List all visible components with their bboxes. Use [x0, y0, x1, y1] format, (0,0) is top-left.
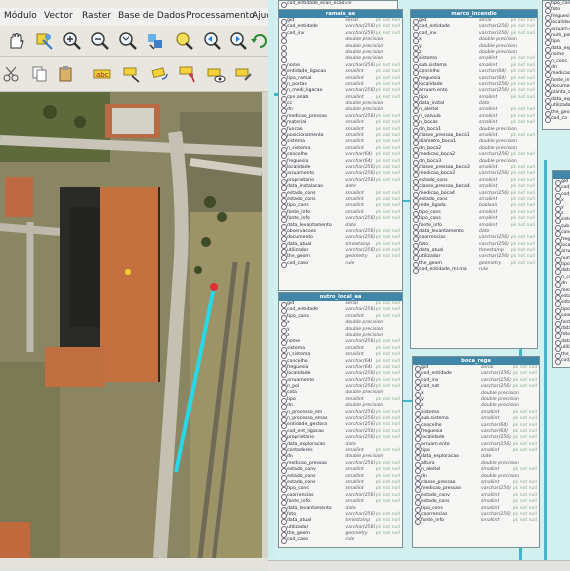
cut-icon[interactable] — [2, 64, 22, 84]
column-type: rule — [479, 267, 488, 273]
menu-base-de-dados[interactable]: Base de Dados — [118, 11, 185, 21]
column-type: rule — [345, 537, 355, 543]
column-constraint: pk not null — [512, 518, 537, 524]
paste-icon[interactable] — [56, 64, 76, 84]
label-pin-icon[interactable] — [178, 64, 198, 84]
table-partial-right-bottom[interactable]: gidcod_entcod_invxyzsistemasub.sistconce… — [552, 170, 570, 368]
table-title: outro_local_aa — [279, 293, 402, 301]
zoom-to-layer-icon[interactable] — [146, 31, 166, 51]
er-diagram-window: cod_entidade_ecan_ecas rule ramais_ae gid… — [268, 0, 570, 570]
table-ramais-ae[interactable]: ramais_ae gid serial pk not null cod_entida… — [278, 9, 403, 291]
refresh-icon[interactable] — [250, 31, 268, 51]
menu-vector[interactable]: Vector — [44, 11, 73, 21]
relation-link — [544, 160, 547, 560]
table-row: cod_ca — [543, 116, 570, 124]
table-partial-right-top[interactable]: tipo_con foto freguesi localidad arruam.e num… — [542, 0, 570, 130]
table-row: cod_caso rule — [279, 537, 402, 545]
column-type: smallint — [481, 518, 500, 524]
column-name: cod_entidade_ml.ma — [419, 267, 467, 273]
pan-to-selection-icon[interactable] — [34, 31, 54, 51]
table-row: cod_ca — [553, 357, 570, 365]
table-title: ramais_ae — [279, 10, 402, 18]
zoom-in-icon[interactable] — [62, 31, 82, 51]
horizontal-scrollbar[interactable] — [268, 560, 570, 571]
er-diagram-canvas[interactable]: cod_entidade_ecan_ecas rule ramais_ae gid… — [274, 0, 570, 570]
menu-modulo[interactable]: Módulo — [4, 11, 37, 21]
table-row: cod_entidade_ecan_ecas rule — [279, 1, 397, 8]
column-name: cod_caso — [287, 260, 309, 266]
zoom-last-icon[interactable] — [202, 31, 222, 51]
zoom-full-icon[interactable] — [118, 31, 138, 51]
column-type: rule — [345, 260, 355, 266]
table-boca-rega[interactable]: boca_rega gid serial pk not null cod_entida… — [412, 356, 540, 548]
column-name: cod_ca — [551, 116, 567, 122]
label-move-icon[interactable] — [122, 64, 142, 84]
label-icon[interactable]: abc — [92, 64, 112, 84]
menu-raster[interactable]: Raster — [82, 11, 111, 21]
table-marco-incendio[interactable]: marco_incendio gid serial pk not null cod_e… — [410, 9, 538, 349]
zoom-to-selection-icon[interactable] — [174, 31, 194, 51]
column-name: cod_caso — [287, 537, 309, 543]
label-show-icon[interactable] — [206, 64, 226, 84]
map-navigation-toolbar — [0, 26, 268, 57]
table-title: marco_incendio — [411, 10, 537, 18]
column-name: cod_ca — [561, 357, 570, 363]
label-toolbar: abc — [0, 57, 268, 92]
map-canvas[interactable] — [0, 92, 262, 558]
pan-icon[interactable] — [6, 31, 26, 51]
menu-ajuda[interactable]: Ajuda — [252, 11, 268, 21]
menu-processamento[interactable]: Processamento — [186, 11, 255, 21]
table-outro-local-aa[interactable]: outro_local_aa gid serial pk not null cod_e… — [278, 292, 403, 548]
table-row: cod_entidade_ml.ma rule — [411, 267, 537, 275]
status-bar — [0, 558, 268, 570]
table-row: cod_caso rule — [279, 260, 402, 268]
svg-text:abc: abc — [96, 71, 109, 79]
column-name: fonte_info — [421, 518, 444, 524]
table-row: fonte_info smallint pk not null — [413, 518, 539, 526]
gis-window: Módulo Vector Raster Base de Dados Proce… — [0, 0, 268, 570]
zoom-next-icon[interactable] — [228, 31, 248, 51]
zoom-out-icon[interactable] — [90, 31, 110, 51]
label-rotate-icon[interactable] — [150, 64, 170, 84]
menu-bar: Módulo Vector Raster Base de Dados Proce… — [0, 8, 268, 26]
label-change-icon[interactable] — [234, 64, 254, 84]
table-title: boca_rega — [413, 357, 539, 365]
copy-icon[interactable] — [30, 64, 50, 84]
aerial-imagery — [0, 92, 262, 558]
relation-link — [402, 400, 412, 402]
